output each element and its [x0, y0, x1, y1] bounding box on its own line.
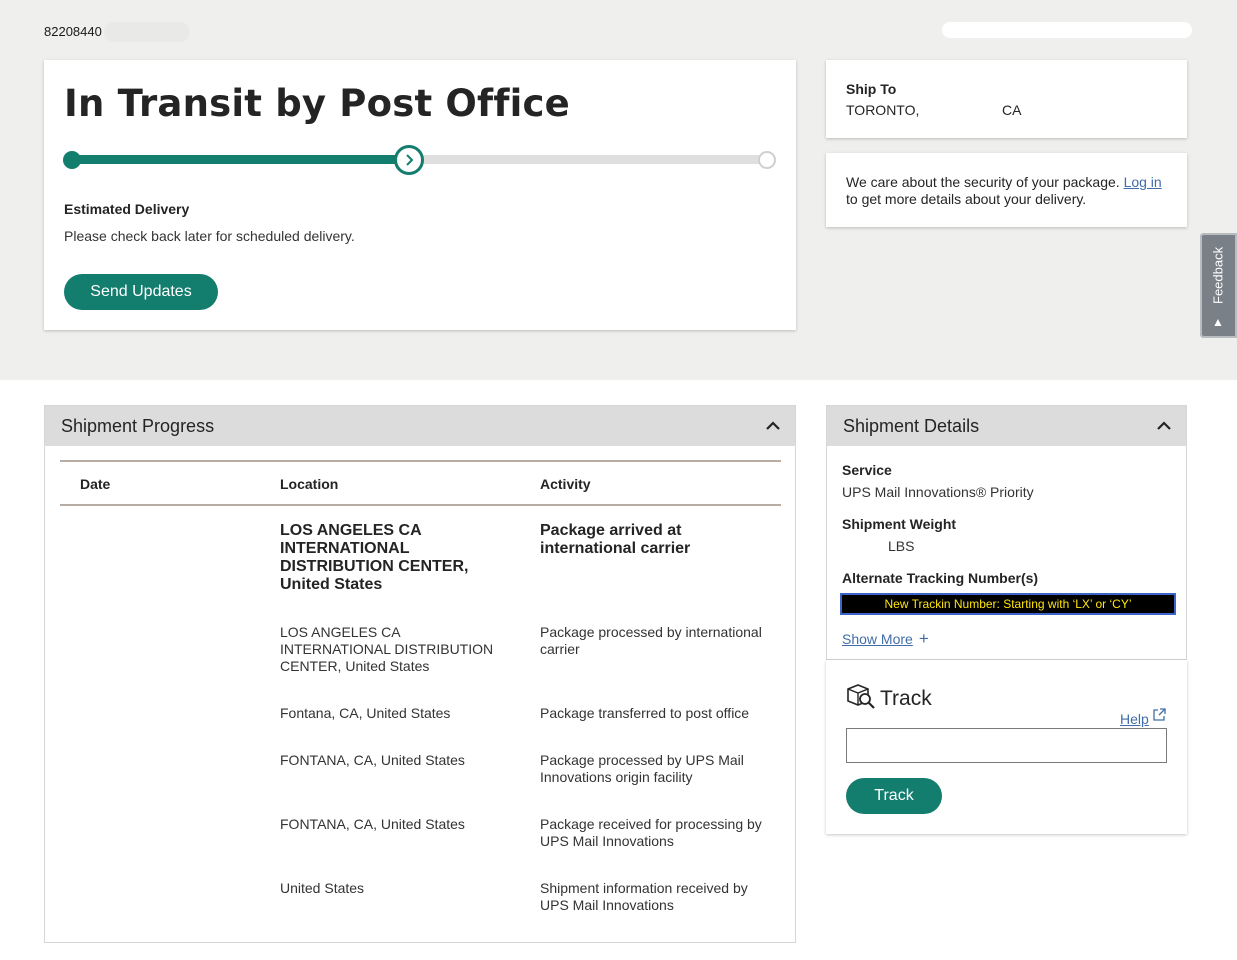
- security-text-before: We care about the security of your packa…: [846, 174, 1124, 190]
- estimated-delivery-text: Please check back later for scheduled de…: [64, 228, 355, 244]
- shipment-weight-label: Shipment Weight: [842, 516, 957, 532]
- send-updates-button[interactable]: Send Updates: [64, 274, 218, 310]
- alternate-tracking-value: New Trackin Number: Starting with ‘LX’ o…: [840, 593, 1176, 615]
- row-6-activity: Shipment information received by UPS Mai…: [540, 880, 748, 913]
- alternate-tracking-label: Alternate Tracking Number(s): [842, 570, 1039, 586]
- table-rule: [60, 504, 781, 506]
- track-title: Track: [880, 687, 932, 710]
- shipment-details-panel: Shipment Details Service UPS Mail Innova…: [826, 405, 1187, 660]
- estimated-delivery-label: Estimated Delivery: [64, 201, 190, 217]
- redaction: [942, 22, 1192, 38]
- track-card: Track Help Track: [826, 660, 1187, 834]
- ship-to-card: Ship To TORONTO, CA: [826, 60, 1187, 138]
- status-card: In Transit by Post Office Estimated Deli…: [44, 60, 796, 330]
- security-text-after: to get more details about your delivery.: [846, 191, 1087, 207]
- help-link[interactable]: Help: [1120, 711, 1149, 727]
- tracking-number-input[interactable]: [846, 728, 1167, 763]
- chevron-up-icon[interactable]: [765, 421, 781, 431]
- table-rule: [60, 460, 781, 462]
- row-2-location: LOS ANGELES CA INTERNATIONAL DISTRIBUTIO…: [280, 624, 494, 674]
- package-search-icon: [847, 684, 875, 709]
- row-4-activity: Package processed by UPS Mail Innovation…: [540, 752, 744, 785]
- chevron-up-icon[interactable]: [1156, 421, 1172, 431]
- progress-start-dot: [63, 151, 81, 169]
- progress-current-marker: [394, 145, 424, 175]
- progress-end-dot: [758, 151, 776, 169]
- tracking-number: 82208440: [44, 24, 102, 39]
- shipment-details-title: Shipment Details: [843, 415, 980, 436]
- shipment-progress-header[interactable]: Shipment Progress: [45, 406, 795, 446]
- chevron-right-icon: [406, 154, 414, 166]
- ship-to-country: CA: [1002, 102, 1022, 118]
- track-button[interactable]: Track: [846, 778, 942, 814]
- column-header-date: Date: [80, 476, 111, 492]
- row-3-activity: Package transferred to post office: [540, 705, 750, 721]
- shipment-progress-panel: Shipment Progress Date Location Activity…: [44, 405, 796, 943]
- ship-to-city: TORONTO,: [846, 102, 920, 118]
- plus-icon: +: [918, 629, 929, 648]
- row-5-activity: Package received for processing by UPS M…: [540, 816, 762, 849]
- security-message: We care about the security of your packa…: [846, 174, 1176, 208]
- row-6-location: United States: [280, 880, 365, 896]
- row-1-activity: Package arrived at international carrier: [540, 522, 691, 557]
- column-header-activity: Activity: [540, 476, 591, 492]
- redaction: [104, 22, 190, 42]
- shipment-weight-value: LBS: [888, 538, 915, 554]
- column-header-location: Location: [280, 476, 339, 492]
- shipment-details-header[interactable]: Shipment Details: [827, 406, 1186, 446]
- security-card: We care about the security of your packa…: [826, 153, 1187, 227]
- external-link-icon[interactable]: [1152, 708, 1166, 722]
- show-more-label: Show More: [842, 631, 913, 647]
- progress-bar-fill: [72, 155, 420, 164]
- row-2-activity: Package processed by international carri…: [540, 624, 762, 657]
- shipment-progress-title: Shipment Progress: [61, 415, 215, 436]
- row-1-location: LOS ANGELES CA INTERNATIONAL DISTRIBUTIO…: [280, 522, 469, 593]
- feedback-label: Feedback: [1210, 246, 1226, 305]
- log-in-link[interactable]: Log in: [1124, 174, 1162, 190]
- row-4-location: FONTANA, CA, United States: [280, 752, 465, 768]
- row-3-location: Fontana, CA, United States: [280, 705, 451, 721]
- service-label: Service: [842, 462, 892, 478]
- ship-to-label: Ship To: [846, 81, 897, 97]
- row-5-location: FONTANA, CA, United States: [280, 816, 465, 832]
- status-title: In Transit by Post Office: [64, 82, 570, 125]
- show-more-link[interactable]: Show More +: [842, 629, 929, 649]
- triangle-up-icon: ▲: [1212, 315, 1224, 329]
- feedback-tab[interactable]: Feedback ▲: [1200, 233, 1237, 338]
- service-value: UPS Mail Innovations® Priority: [842, 484, 1034, 500]
